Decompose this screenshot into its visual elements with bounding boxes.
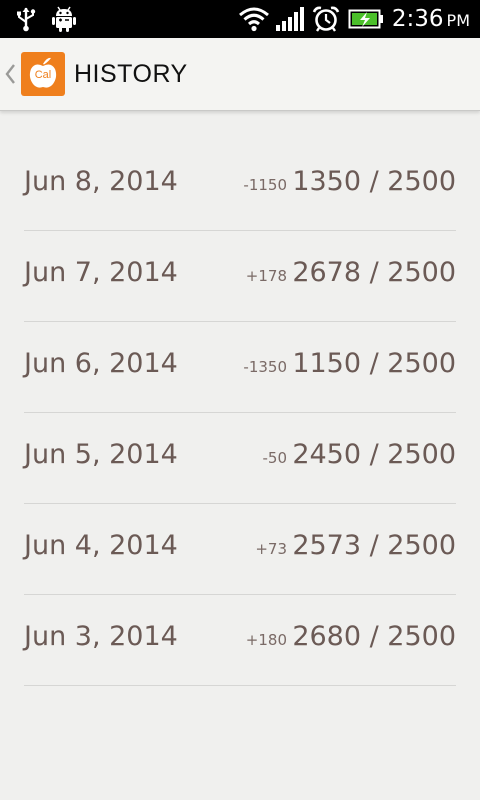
wifi-icon (239, 7, 269, 32)
action-bar: Cal HISTORY (0, 38, 480, 111)
history-row[interactable]: Jun 4, 2014 +73 2573 / 2500 (24, 504, 456, 595)
app-logo[interactable]: Cal (21, 52, 65, 96)
history-date: Jun 5, 2014 (24, 439, 178, 470)
history-date: Jun 4, 2014 (24, 530, 178, 561)
history-delta: -1150 (243, 176, 287, 194)
android-debug-icon (52, 6, 76, 32)
history-total: 2678 / 2500 (292, 257, 456, 288)
history-date: Jun 8, 2014 (24, 166, 178, 197)
history-total: 1150 / 2500 (292, 348, 456, 379)
history-date: Jun 6, 2014 (24, 348, 178, 379)
history-delta: +73 (255, 540, 287, 558)
chevron-left-icon[interactable] (3, 62, 17, 86)
clock-time: 2:36 (391, 6, 444, 32)
history-delta: +178 (245, 267, 287, 285)
history-total: 2680 / 2500 (292, 621, 456, 652)
history-total: 2450 / 2500 (292, 439, 456, 470)
history-date: Jun 3, 2014 (24, 621, 178, 652)
status-clock: 2:36 PM (392, 6, 470, 32)
history-row[interactable]: Jun 3, 2014 +180 2680 / 2500 (24, 595, 456, 686)
history-row[interactable]: Jun 6, 2014 -1350 1150 / 2500 (24, 322, 456, 413)
history-list: Jun 8, 2014 -1150 1350 / 2500 Jun 7, 201… (24, 140, 456, 686)
history-delta: -1350 (243, 358, 287, 376)
history-row[interactable]: Jun 5, 2014 -50 2450 / 2500 (24, 413, 456, 504)
signal-icon (276, 7, 304, 31)
alarm-icon (312, 6, 340, 32)
page-title: HISTORY (74, 60, 188, 88)
history-delta: -50 (262, 449, 288, 467)
battery-charging-icon (348, 9, 383, 29)
logo-text: Cal (34, 69, 52, 81)
history-delta: +180 (245, 631, 287, 649)
usb-icon (17, 7, 36, 32)
history-row[interactable]: Jun 7, 2014 +178 2678 / 2500 (24, 231, 456, 322)
status-bar: 2:36 PM (0, 0, 480, 38)
history-row[interactable]: Jun 8, 2014 -1150 1350 / 2500 (24, 140, 456, 231)
history-total: 2573 / 2500 (292, 530, 456, 561)
clock-ampm: PM (446, 11, 470, 30)
history-total: 1350 / 2500 (292, 166, 456, 197)
history-date: Jun 7, 2014 (24, 257, 178, 288)
